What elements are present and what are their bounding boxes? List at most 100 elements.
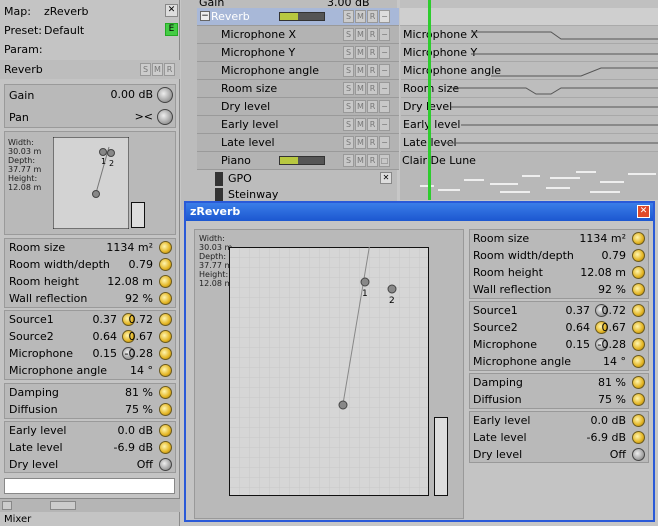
playhead[interactable]: [428, 0, 431, 200]
room-width-value[interactable]: 0.79: [129, 258, 154, 271]
close-icon[interactable]: ✕: [165, 4, 178, 17]
w-room-width-knob-icon[interactable]: [632, 249, 645, 262]
lane-dry-level[interactable]: Dry level: [401, 98, 658, 116]
track-room-size[interactable]: Room size S M R −: [197, 80, 399, 98]
w-wall-reflection-knob-icon[interactable]: [632, 283, 645, 296]
room-height-knob-icon[interactable]: [159, 275, 172, 288]
w-source1-y-knob-icon[interactable]: [632, 304, 645, 317]
lane-microphone-y[interactable]: Microphone Y: [401, 44, 658, 62]
mic-angle-knob-icon[interactable]: [159, 364, 172, 377]
room-width-label: Room width/depth: [9, 258, 110, 271]
edit-icon[interactable]: E: [165, 23, 178, 36]
instrument-icon: [215, 172, 223, 186]
damping-value[interactable]: 81 %: [125, 386, 153, 399]
diffusion-knob-icon[interactable]: [159, 403, 172, 416]
w-damping-knob-icon[interactable]: [632, 376, 645, 389]
gain-track-value: 3.00 dB: [327, 0, 370, 8]
w-mic-angle-knob-icon[interactable]: [632, 355, 645, 368]
track-piano[interactable]: Piano S M R □: [197, 152, 399, 170]
w-room-height-knob-icon[interactable]: [632, 266, 645, 279]
w-source2-y-knob-icon[interactable]: [632, 321, 645, 334]
late-level-value[interactable]: -6.9 dB: [114, 441, 154, 454]
source2-y[interactable]: 0.67: [129, 330, 154, 343]
reverb-lane[interactable]: [400, 8, 658, 26]
gain-knob-icon[interactable]: [157, 87, 173, 103]
room-width-knob-icon[interactable]: [159, 258, 172, 271]
microphone-y[interactable]: -0.28: [125, 347, 153, 360]
mic-angle-value-left[interactable]: 14 °: [130, 364, 153, 377]
room-plot[interactable]: 1 2: [53, 137, 129, 229]
scrollbar[interactable]: [0, 498, 180, 512]
early-level-value[interactable]: 0.0 dB: [117, 424, 153, 437]
track-steinway[interactable]: Steinway: [212, 188, 397, 201]
track-early-level[interactable]: Early level S M R −: [197, 116, 399, 134]
dry-level-value[interactable]: Off: [137, 458, 153, 471]
w-diffusion-knob-icon[interactable]: [632, 393, 645, 406]
lane-room-size[interactable]: Room size: [401, 80, 658, 98]
w-late-level-value[interactable]: -6.9 dB: [587, 431, 627, 444]
w-source2-x[interactable]: 0.64: [566, 321, 591, 334]
source2-x[interactable]: 0.64: [93, 330, 118, 343]
source1-y[interactable]: 0.72: [129, 313, 154, 326]
track-dry-level[interactable]: Dry level S M R −: [197, 98, 399, 116]
microphone-x[interactable]: 0.15: [93, 347, 118, 360]
w-wall-reflection-value[interactable]: 92 %: [598, 283, 626, 296]
lane-microphone-angle[interactable]: Microphone angle: [401, 62, 658, 80]
w-dry-level-knob-icon[interactable]: [632, 448, 645, 461]
damping-knob-icon[interactable]: [159, 386, 172, 399]
room-size-knob-icon[interactable]: [159, 241, 172, 254]
w-diffusion-value[interactable]: 75 %: [598, 393, 626, 406]
w-early-level-knob-icon[interactable]: [632, 414, 645, 427]
room-plot-large[interactable]: 1 2: [229, 247, 430, 497]
dry-level-knob-icon[interactable]: [159, 458, 172, 471]
pan-knob-icon[interactable]: [157, 109, 173, 125]
track-reverb[interactable]: − Reverb S M R −: [197, 8, 399, 26]
map-value[interactable]: zReverb: [44, 5, 88, 18]
room-height-value[interactable]: 12.08 m: [107, 275, 153, 288]
w-source2-y[interactable]: 0.67: [602, 321, 627, 334]
preset-value[interactable]: Default: [44, 24, 84, 37]
microphone-y-knob-icon[interactable]: [159, 347, 172, 360]
source1-y-knob-icon[interactable]: [159, 313, 172, 326]
w-damping-value[interactable]: 81 %: [598, 376, 626, 389]
w-late-level-knob-icon[interactable]: [632, 431, 645, 444]
source2-y-knob-icon[interactable]: [159, 330, 172, 343]
w-microphone-x[interactable]: 0.15: [566, 338, 591, 351]
lane-late-level[interactable]: Late level: [401, 134, 658, 152]
track-microphone-y[interactable]: Microphone Y S M R −: [197, 44, 399, 62]
text-field[interactable]: [4, 478, 175, 494]
w-dry-level-value[interactable]: Off: [610, 448, 626, 461]
late-level-knob-icon[interactable]: [159, 441, 172, 454]
section-smr-buttons[interactable]: SMR: [140, 63, 175, 76]
pan-value[interactable]: ><: [135, 110, 153, 123]
height-bar[interactable]: [131, 202, 145, 228]
w-source1-y[interactable]: 0.72: [602, 304, 627, 317]
w-room-width-value[interactable]: 0.79: [602, 249, 627, 262]
w-room-height-value[interactable]: 12.08 m: [580, 266, 626, 279]
w-microphone-y-knob-icon[interactable]: [632, 338, 645, 351]
w-room-size-value[interactable]: 1134 m²: [579, 232, 626, 245]
lane-early-level[interactable]: Early level: [401, 116, 658, 134]
wall-reflection-knob-icon[interactable]: [159, 292, 172, 305]
w-early-level-value[interactable]: 0.0 dB: [590, 414, 626, 427]
source1-x[interactable]: 0.37: [93, 313, 118, 326]
w-mic-angle-value[interactable]: 14 °: [603, 355, 626, 368]
track-late-level[interactable]: Late level S M R −: [197, 134, 399, 152]
track-gpo[interactable]: GPO ✕: [212, 170, 397, 188]
window-titlebar[interactable]: zReverb ✕: [186, 203, 653, 221]
close-icon[interactable]: ✕: [637, 205, 650, 218]
track-microphone-angle[interactable]: Microphone angle S M R −: [197, 62, 399, 80]
early-level-knob-icon[interactable]: [159, 424, 172, 437]
wall-reflection-value[interactable]: 92 %: [125, 292, 153, 305]
source1-marker-large: [360, 277, 370, 287]
w-room-size-knob-icon[interactable]: [632, 232, 645, 245]
piano-clip[interactable]: Clair De Lune: [400, 152, 658, 200]
w-source1-x[interactable]: 0.37: [566, 304, 591, 317]
w-microphone-y[interactable]: -0.28: [598, 338, 626, 351]
lane-microphone-x[interactable]: Microphone X: [401, 26, 658, 44]
gain-value[interactable]: 0.00 dB: [110, 88, 153, 101]
diffusion-value[interactable]: 75 %: [125, 403, 153, 416]
track-microphone-x[interactable]: Microphone X S M R −: [197, 26, 399, 44]
height-bar-large[interactable]: [434, 417, 448, 496]
room-size-value[interactable]: 1134 m²: [106, 241, 153, 254]
